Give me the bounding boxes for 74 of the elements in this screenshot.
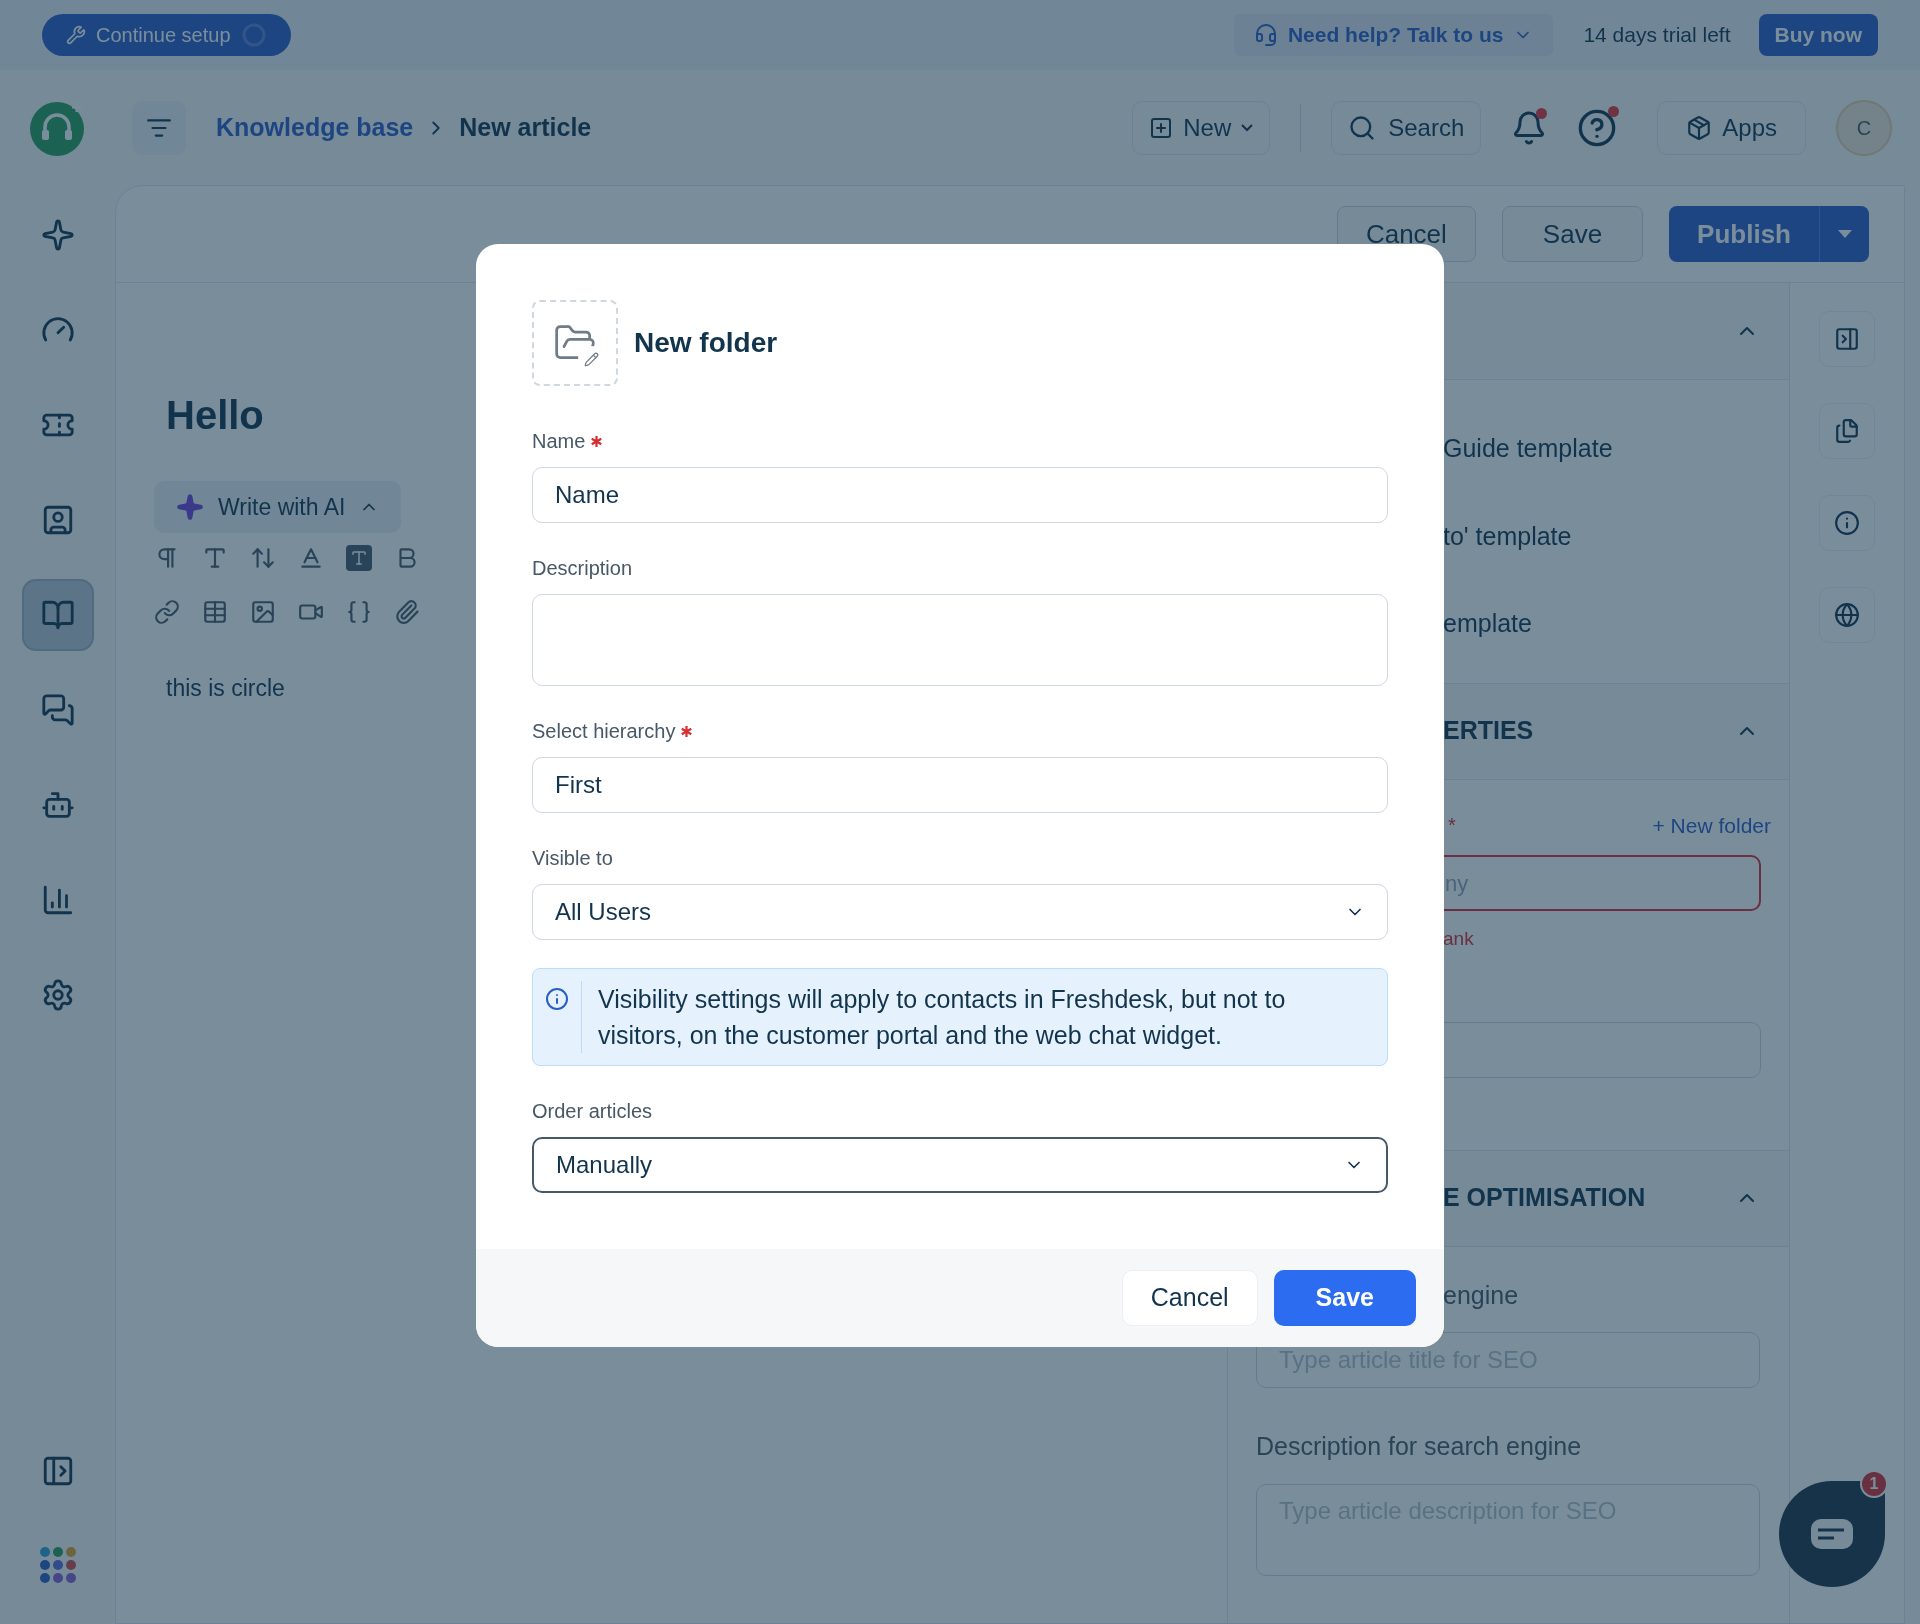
text-field[interactable]: First xyxy=(532,757,1388,813)
field-label: Order articles xyxy=(532,1099,653,1124)
apps-button[interactable]: Apps xyxy=(1657,100,1806,155)
write-with-ai-button[interactable]: Write with AI xyxy=(154,481,402,533)
help-icon[interactable] xyxy=(1577,107,1618,148)
buy-now-button[interactable]: Buy now xyxy=(1758,14,1878,56)
template-item[interactable]: Guide template xyxy=(1443,430,1789,468)
headset-icon xyxy=(1253,23,1278,47)
section-heading: E OPTIMISATION xyxy=(1443,1182,1646,1214)
plus-icon xyxy=(1149,115,1174,140)
panel-icon xyxy=(1834,326,1860,352)
info-icon xyxy=(545,987,569,1011)
documents-icon xyxy=(1834,418,1860,444)
link-icon[interactable] xyxy=(154,599,180,625)
chat-bubble-icon xyxy=(1811,1519,1853,1549)
publish-split-button[interactable]: Publish xyxy=(1669,206,1869,262)
search-button[interactable]: Search xyxy=(1331,100,1482,155)
select-field[interactable]: Manually xyxy=(532,1137,1388,1193)
new-button[interactable]: New xyxy=(1132,100,1271,155)
highlight-icon[interactable] xyxy=(346,545,372,571)
info-icon xyxy=(1834,510,1860,536)
template-item[interactable]: to' template xyxy=(1443,517,1789,555)
help-button[interactable]: Need help? Talk to us xyxy=(1233,14,1554,56)
continue-setup-button[interactable]: Continue setup xyxy=(42,14,291,56)
field-label: Name xyxy=(532,429,586,454)
field-label: engine xyxy=(1443,1280,1519,1309)
sparkle-icon xyxy=(40,218,75,252)
book-nav-item[interactable] xyxy=(21,579,94,651)
documents-button[interactable] xyxy=(1819,403,1875,459)
breadcrumb-link[interactable]: Knowledge base xyxy=(216,108,414,147)
attachment-icon[interactable] xyxy=(394,599,420,625)
info-button[interactable] xyxy=(1819,495,1875,551)
filter-button[interactable] xyxy=(132,100,186,155)
field-label: Visible to xyxy=(532,846,613,871)
cancel-button[interactable]: Cancel xyxy=(1121,1270,1258,1326)
field-label: Select hierarchy xyxy=(532,719,676,744)
book-icon xyxy=(40,598,75,632)
save-button[interactable]: Save xyxy=(1273,1270,1416,1326)
chat-icon xyxy=(40,693,75,727)
caret-icon xyxy=(1837,230,1852,238)
select-field[interactable]: All Users xyxy=(532,884,1388,940)
code-icon[interactable] xyxy=(346,599,372,625)
collapse-panel-button[interactable] xyxy=(1819,311,1875,367)
line-height-icon[interactable] xyxy=(250,545,276,571)
dialog-title: New folder xyxy=(634,326,778,360)
chevron-icon xyxy=(1241,123,1254,132)
trial-text: 14 days trial left xyxy=(1583,22,1731,49)
globe-button[interactable] xyxy=(1819,587,1875,643)
save-button[interactable]: Save xyxy=(1501,206,1644,262)
user-avatar[interactable]: C xyxy=(1836,99,1892,156)
new-folder-link[interactable]: + New folder xyxy=(1652,809,1771,841)
field-label: Description for search engine xyxy=(1256,1431,1583,1462)
folder-icon-placeholder[interactable] xyxy=(532,300,618,386)
article-body: this is circle xyxy=(166,674,286,703)
text-field[interactable]: Name xyxy=(532,467,1388,523)
apps-icon xyxy=(1686,114,1713,141)
field-label: Description xyxy=(532,556,633,581)
sparkle-icon xyxy=(176,493,204,521)
search-icon xyxy=(1348,113,1377,142)
section-heading: ERTIES xyxy=(1443,715,1534,747)
globe-icon xyxy=(1834,602,1860,628)
text-color-icon[interactable] xyxy=(298,545,324,571)
breadcrumb-current: New article xyxy=(459,111,592,143)
info-text: Visibility settings will apply to contacts in Freshdesk, but not to visitors, on the customer portal and the web chat widget. xyxy=(598,984,1287,1051)
font-icon[interactable] xyxy=(202,545,228,571)
image-icon[interactable] xyxy=(250,599,276,625)
required-mark: * xyxy=(1448,813,1456,839)
apps-grid-icon[interactable] xyxy=(38,1546,77,1584)
template-item[interactable]: emplate xyxy=(1443,605,1789,643)
error-text: ank xyxy=(1442,927,1475,951)
tools-icon xyxy=(66,25,86,45)
description-field[interactable] xyxy=(532,594,1388,686)
article-title: Hello xyxy=(166,392,264,439)
table-icon[interactable] xyxy=(202,599,228,625)
